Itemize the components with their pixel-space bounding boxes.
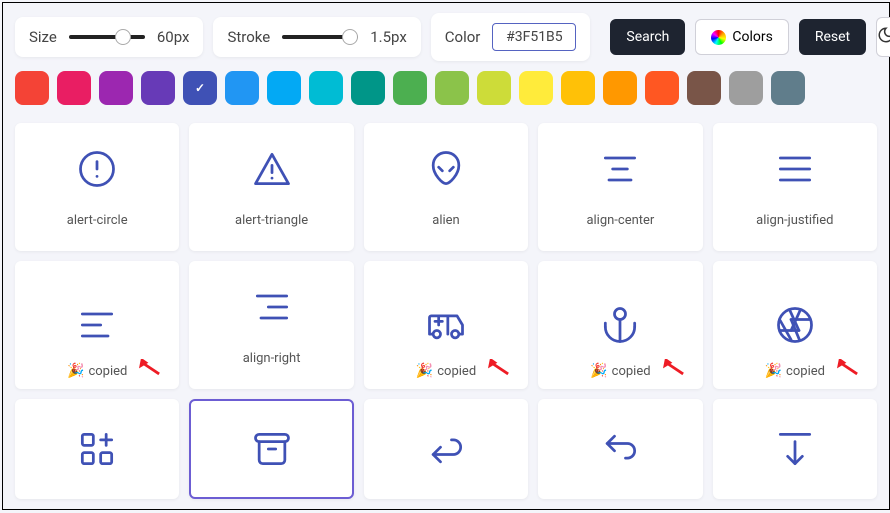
color-swatch[interactable] (57, 71, 91, 105)
size-value: 60px (157, 28, 190, 46)
size-control: Size 60px (15, 17, 203, 57)
alien-icon (424, 147, 468, 191)
color-swatch[interactable] (561, 71, 595, 105)
color-swatch[interactable] (99, 71, 133, 105)
color-swatch[interactable] (267, 71, 301, 105)
colors-button[interactable]: Colors (695, 19, 788, 55)
color-swatch[interactable] (351, 71, 385, 105)
copied-label: copied (786, 364, 825, 379)
color-swatch[interactable] (645, 71, 679, 105)
moon-icon (877, 26, 890, 48)
icon-card-apps[interactable] (15, 399, 179, 499)
color-swatch[interactable] (183, 71, 217, 105)
reset-button[interactable]: Reset (799, 19, 866, 55)
icon-card-aperture[interactable]: 🎉 copied (713, 261, 877, 389)
toolbar: Size 60px Stroke 1.5px Color Search Colo… (3, 3, 889, 71)
size-slider[interactable] (69, 27, 145, 47)
icon-label: align-justified (756, 213, 833, 228)
icon-grid: alert-circle alert-triangle alien align-cen… (3, 109, 889, 513)
icon-card-align-right[interactable]: align-right (189, 261, 353, 389)
color-swatch[interactable] (771, 71, 805, 105)
copied-label: copied (437, 364, 476, 379)
aperture-icon (773, 303, 817, 347)
align-center-icon (598, 147, 642, 191)
colors-label: Colors (732, 29, 772, 45)
color-label: Color (445, 28, 481, 46)
icon-card-alert-circle[interactable]: alert-circle (15, 123, 179, 251)
icon-card-align-justified[interactable]: align-justified (713, 123, 877, 251)
search-button[interactable]: Search (610, 19, 685, 55)
theme-toggle-button[interactable] (876, 17, 890, 57)
icon-card-archive[interactable] (189, 399, 353, 499)
icon-label: align-center (586, 213, 654, 228)
align-left-icon (75, 303, 119, 347)
align-right-icon (250, 285, 294, 329)
color-swatch[interactable] (603, 71, 637, 105)
stroke-slider[interactable] (282, 27, 358, 47)
arrow-back-up-icon (598, 427, 642, 471)
icon-card-arrow-bar-down[interactable] (713, 399, 877, 499)
icon-card-align-center[interactable]: align-center (538, 123, 702, 251)
stroke-value: 1.5px (370, 28, 407, 46)
copied-label: copied (88, 364, 127, 379)
icon-label: alien (432, 213, 459, 228)
copied-caption: 🎉 copied (713, 363, 877, 379)
arrow-bar-down-icon (773, 427, 817, 471)
party-icon: 🎉 (67, 363, 84, 379)
ambulance-icon (424, 303, 468, 347)
copied-caption: 🎉 copied (538, 363, 702, 379)
apps-icon (75, 427, 119, 471)
party-icon: 🎉 (590, 363, 607, 379)
app-root: Size 60px Stroke 1.5px Color Search Colo… (2, 2, 890, 510)
party-icon: 🎉 (765, 363, 782, 379)
copied-caption: 🎉 copied (364, 363, 528, 379)
archive-icon (250, 427, 294, 471)
color-swatch[interactable] (393, 71, 427, 105)
alert-circle-icon (75, 147, 119, 191)
copied-label: copied (612, 364, 651, 379)
icon-label: alert-circle (67, 213, 128, 228)
icon-card-arrow-back[interactable] (364, 399, 528, 499)
icon-label: align-right (243, 351, 301, 366)
color-swatch[interactable] (309, 71, 343, 105)
anchor-icon (598, 303, 642, 347)
color-wheel-icon (711, 30, 726, 45)
party-icon: 🎉 (416, 363, 433, 379)
color-swatch[interactable] (687, 71, 721, 105)
icon-card-alert-triangle[interactable]: alert-triangle (189, 123, 353, 251)
stroke-control: Stroke 1.5px (213, 17, 420, 57)
icon-card-alien[interactable]: alien (364, 123, 528, 251)
arrow-back-icon (424, 427, 468, 471)
icon-card-align-left[interactable]: 🎉 copied (15, 261, 179, 389)
color-swatch[interactable] (519, 71, 553, 105)
stroke-label: Stroke (227, 28, 270, 46)
copied-caption: 🎉 copied (15, 363, 179, 379)
color-swatch[interactable] (15, 71, 49, 105)
icon-card-ambulance[interactable]: 🎉 copied (364, 261, 528, 389)
alert-triangle-icon (250, 147, 294, 191)
icon-label: alert-triangle (235, 213, 308, 228)
size-label: Size (29, 28, 57, 46)
icon-card-arrow-back-up[interactable] (538, 399, 702, 499)
color-control: Color (431, 13, 591, 61)
align-justified-icon (773, 147, 817, 191)
color-swatch[interactable] (141, 71, 175, 105)
color-swatch[interactable] (225, 71, 259, 105)
color-swatch[interactable] (729, 71, 763, 105)
color-swatches (3, 71, 889, 109)
color-swatch[interactable] (435, 71, 469, 105)
icon-card-anchor[interactable]: 🎉 copied (538, 261, 702, 389)
color-input[interactable] (492, 23, 576, 51)
color-swatch[interactable] (477, 71, 511, 105)
